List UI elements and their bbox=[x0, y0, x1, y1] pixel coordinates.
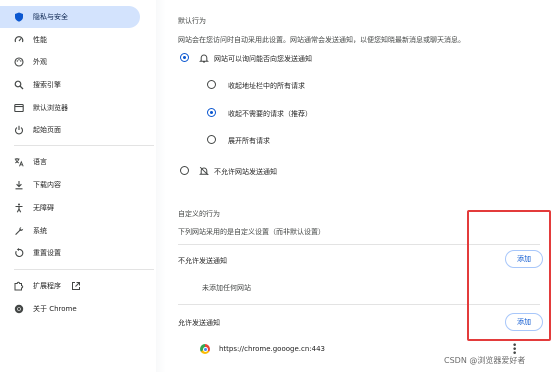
sidebar-shadow bbox=[156, 0, 166, 372]
sidebar-divider bbox=[14, 269, 154, 270]
sidebar-item-label: 扩展程序 bbox=[33, 282, 61, 290]
speedometer-icon bbox=[14, 35, 24, 45]
block-notifications-radio[interactable] bbox=[180, 166, 189, 175]
sidebar-item-about-chrome[interactable]: 关于 Chrome bbox=[0, 298, 140, 320]
puzzle-icon bbox=[14, 281, 24, 291]
sidebar-item-reset-settings[interactable]: 重置设置 bbox=[0, 242, 140, 264]
allow-list-title: 允许发送通知 bbox=[178, 319, 220, 327]
browser-window-icon bbox=[14, 103, 24, 113]
quiet-unwanted-requests-label: 收起不需要的请求（推荐） bbox=[228, 110, 312, 118]
sidebar-item-label: 隐私与安全 bbox=[33, 13, 68, 21]
allow-ask-label: 网站可以询问能否向您发送通知 bbox=[214, 55, 312, 63]
sidebar-item-label: 语言 bbox=[33, 158, 47, 166]
shield-icon bbox=[14, 12, 24, 22]
expand-all-requests-label: 展开所有请求 bbox=[228, 137, 270, 145]
custom-behavior-heading: 自定义的行为 bbox=[178, 210, 220, 218]
reset-icon bbox=[14, 248, 24, 258]
sidebar-item-default-browser[interactable]: 默认浏览器 bbox=[0, 97, 140, 119]
bell-off-icon bbox=[199, 166, 209, 176]
search-icon bbox=[14, 80, 24, 90]
sidebar-item-downloads[interactable]: 下载内容 bbox=[0, 174, 140, 196]
custom-behavior-description: 下列网站采用的是自定义设置（而非默认设置） bbox=[178, 228, 325, 236]
sidebar-item-label: 关于 Chrome bbox=[33, 305, 77, 313]
power-icon bbox=[14, 125, 24, 135]
allowed-site-url: https://chrome.goooge.cn:443 bbox=[219, 345, 326, 353]
site-favicon-icon bbox=[200, 344, 210, 354]
expand-all-requests-radio[interactable] bbox=[207, 135, 216, 144]
allow-ask-radio[interactable] bbox=[180, 53, 189, 62]
sidebar-item-accessibility[interactable]: 无障碍 bbox=[0, 197, 140, 219]
sidebar-item-label: 外观 bbox=[33, 58, 47, 66]
sidebar-item-label: 性能 bbox=[33, 36, 47, 44]
quiet-unwanted-requests-radio[interactable] bbox=[207, 108, 216, 117]
bell-icon bbox=[199, 53, 209, 63]
sidebar-item-search-engine[interactable]: 搜索引擎 bbox=[0, 74, 140, 96]
external-link-icon bbox=[71, 281, 81, 291]
watermark-text: CSDN @浏览器爱好者 bbox=[444, 356, 526, 365]
block-notifications-label: 不允许网站发送通知 bbox=[214, 168, 277, 176]
sidebar-item-languages[interactable]: 语言 bbox=[0, 151, 140, 173]
block-list-title: 不允许发送通知 bbox=[178, 257, 227, 265]
accessibility-icon bbox=[14, 203, 24, 213]
sidebar-item-system[interactable]: 系统 bbox=[0, 220, 140, 242]
sidebar-item-label: 下载内容 bbox=[33, 181, 61, 189]
sidebar-item-label: 无障碍 bbox=[33, 204, 54, 212]
sidebar-divider bbox=[14, 145, 154, 146]
sidebar-item-label: 默认浏览器 bbox=[33, 104, 68, 112]
quiet-all-requests-radio[interactable] bbox=[207, 80, 216, 89]
settings-sidebar: 隐私与安全 性能 外观 搜索引擎 默认浏览器 起始页面 语言 下载内容 无障碍 … bbox=[0, 0, 166, 372]
default-behavior-heading: 默认行为 bbox=[178, 17, 206, 25]
chrome-logo-icon bbox=[14, 304, 24, 314]
palette-icon bbox=[14, 57, 24, 67]
sidebar-item-privacy-security[interactable]: 隐私与安全 bbox=[0, 6, 140, 28]
default-behavior-description: 网站会在您访问时自动采用此设置。网站通常会发送通知，以便您知晓最新消息或聊天消息… bbox=[178, 36, 465, 44]
quiet-all-requests-label: 收起地址栏中的所有请求 bbox=[228, 82, 305, 90]
sidebar-item-label: 搜索引擎 bbox=[33, 81, 61, 89]
highlight-annotation-box bbox=[467, 210, 551, 341]
sidebar-item-label: 起始页面 bbox=[33, 126, 61, 134]
sidebar-item-performance[interactable]: 性能 bbox=[0, 29, 140, 51]
sidebar-item-label: 重置设置 bbox=[33, 249, 61, 257]
download-icon bbox=[14, 180, 24, 190]
sidebar-item-appearance[interactable]: 外观 bbox=[0, 51, 140, 73]
sidebar-item-startup[interactable]: 起始页面 bbox=[0, 119, 140, 141]
wrench-icon bbox=[14, 226, 24, 236]
translate-icon bbox=[14, 157, 24, 167]
block-list-empty-text: 未添加任何网站 bbox=[202, 284, 251, 292]
sidebar-item-extensions[interactable]: 扩展程序 bbox=[0, 275, 140, 297]
sidebar-item-label: 系统 bbox=[33, 227, 47, 235]
